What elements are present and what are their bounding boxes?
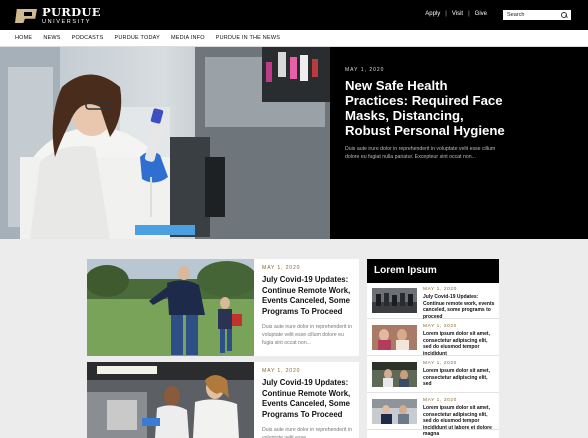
main-nav: HOME NEWS PODCASTS PURDUE TODAY MEDIA IN…: [0, 30, 588, 47]
nav-podcasts[interactable]: PODCASTS: [72, 35, 104, 41]
hero-excerpt: Duis aute irure dolor in reprehenderit i…: [345, 146, 496, 160]
sidebar-item[interactable]: MAY 1, 2020 July Covid-19 Updates: Conti…: [367, 285, 499, 320]
search-icon[interactable]: [559, 10, 569, 20]
article-thumbnail[interactable]: [87, 259, 254, 356]
sidebar-thumbnail: [372, 288, 417, 313]
hero-date: MAY 1, 2020: [345, 67, 385, 73]
article-thumbnail[interactable]: [87, 362, 254, 438]
campus-lawn-photo: [87, 259, 254, 356]
sidebar-thumbnail: [372, 362, 417, 387]
article-card[interactable]: MAY 1, 2020 July Covid-19 Updates: Conti…: [87, 362, 359, 438]
sidebar-item-text: MAY 1, 2020 Lorem ipsum dolor sit amet, …: [423, 324, 495, 357]
sidebar-thumbnail: [372, 399, 417, 424]
sidebar-item[interactable]: MAY 1, 2020 Lorem ipsum dolor sit amet, …: [367, 396, 499, 437]
purdue-p-logo-icon: [15, 9, 37, 23]
lab-researchers-photo: [87, 362, 254, 438]
sidebar-item-title[interactable]: July Covid-19 Updates: Continue remote w…: [423, 294, 495, 320]
sidebar-item-text: MAY 1, 2020 Lorem ipsum dolor sit amet, …: [423, 361, 495, 388]
sidebar-item-date: MAY 1, 2020: [423, 287, 457, 292]
sidebar-thumbnail: [372, 325, 417, 350]
nav-media-info[interactable]: MEDIA INFO: [171, 35, 205, 41]
article-excerpt: Duis aute irure dolor in reprehenderit i…: [262, 324, 352, 346]
article-date: MAY 1, 2020: [262, 265, 301, 271]
utility-links: Apply | Visit | Give: [425, 11, 487, 17]
hero-title[interactable]: New Safe Health Practices: Required Face…: [345, 78, 510, 138]
sidebar-item[interactable]: MAY 1, 2020 Lorem ipsum dolor sit amet, …: [367, 322, 499, 357]
article-body: MAY 1, 2020 July Covid-19 Updates: Conti…: [262, 265, 356, 347]
logo-wordmark: PURDUE UNIVERSITY: [42, 5, 101, 25]
visit-link[interactable]: Visit: [452, 11, 463, 17]
search-box: [503, 10, 571, 20]
sidebar-item-title[interactable]: Lorem ipsum dolor sit amet, consectetur …: [423, 368, 495, 388]
article-title[interactable]: July Covid-19 Updates: Continue Remote W…: [262, 275, 356, 317]
sidebar-item[interactable]: MAY 1, 2020 Lorem ipsum dolor sit amet, …: [367, 359, 499, 393]
article-excerpt: Duis aute irure dolor in reprehenderit i…: [262, 427, 352, 438]
hero-image[interactable]: [0, 47, 330, 239]
sidebar-item-title[interactable]: Lorem ipsum dolor sit amet, consectetur …: [423, 331, 495, 357]
give-link[interactable]: Give: [475, 11, 487, 17]
sidebar-item-title[interactable]: Lorem ipsum dolor sit amet, consectetur …: [423, 405, 495, 438]
logo-subtitle: UNIVERSITY: [42, 18, 92, 25]
nav-purdue-today[interactable]: PURDUE TODAY: [114, 35, 160, 41]
sidebar-item-date: MAY 1, 2020: [423, 324, 457, 329]
apply-link[interactable]: Apply: [425, 11, 440, 17]
article-card[interactable]: MAY 1, 2020 July Covid-19 Updates: Conti…: [87, 259, 359, 356]
sidebar-item-text: MAY 1, 2020 Lorem ipsum dolor sit amet, …: [423, 398, 495, 438]
nav-home[interactable]: HOME: [15, 35, 32, 41]
nav-purdue-in-the-news[interactable]: PURDUE IN THE NEWS: [216, 35, 280, 41]
top-bar: PURDUE UNIVERSITY Apply | Visit | Give: [0, 0, 588, 30]
divider: |: [445, 11, 447, 17]
sidebar-item-text: MAY 1, 2020 July Covid-19 Updates: Conti…: [423, 287, 495, 320]
article-date: MAY 1, 2020: [262, 368, 301, 374]
divider: |: [468, 11, 470, 17]
lab-scientist-photo: [0, 47, 330, 239]
nav-news[interactable]: NEWS: [43, 35, 60, 41]
sidebar-title: Lorem Ipsum: [367, 259, 499, 283]
purdue-logo[interactable]: PURDUE UNIVERSITY: [15, 5, 101, 25]
logo-name: PURDUE: [42, 5, 101, 19]
search-input[interactable]: [503, 10, 559, 20]
sidebar-item-date: MAY 1, 2020: [423, 361, 457, 366]
hero-panel: MAY 1, 2020 New Safe Health Practices: R…: [330, 47, 588, 239]
sidebar-item-date: MAY 1, 2020: [423, 398, 457, 403]
article-title[interactable]: July Covid-19 Updates: Continue Remote W…: [262, 378, 356, 420]
sidebar: Lorem Ipsum MAY 1, 2020 July Covid-19 Up…: [367, 259, 499, 438]
article-body: MAY 1, 2020 July Covid-19 Updates: Conti…: [262, 368, 356, 438]
